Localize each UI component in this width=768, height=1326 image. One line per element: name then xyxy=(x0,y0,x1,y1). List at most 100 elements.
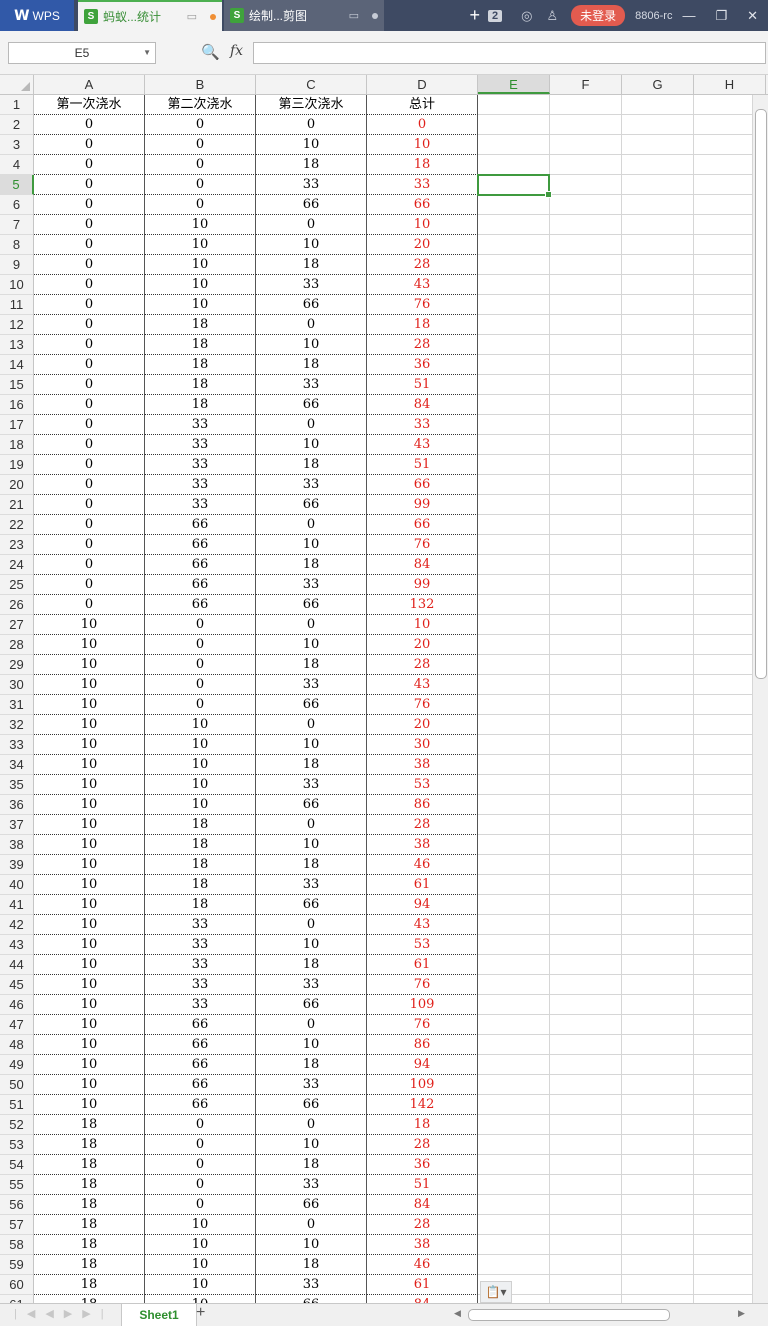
column-header-g[interactable]: G xyxy=(622,75,694,94)
total-cell[interactable]: 99 xyxy=(367,575,478,595)
empty-cell[interactable] xyxy=(622,1215,694,1235)
empty-cell[interactable] xyxy=(622,115,694,135)
row-header[interactable]: 5 xyxy=(0,175,34,195)
data-cell[interactable]: 0 xyxy=(34,575,145,595)
total-cell[interactable]: 28 xyxy=(367,1215,478,1235)
data-cell[interactable]: 18 xyxy=(256,655,367,675)
empty-cell[interactable] xyxy=(550,1015,622,1035)
empty-cell[interactable] xyxy=(622,375,694,395)
data-cell[interactable]: 66 xyxy=(145,575,256,595)
data-cell[interactable]: 0 xyxy=(34,115,145,135)
row-header[interactable]: 35 xyxy=(0,775,34,795)
active-cell-outline[interactable] xyxy=(477,174,552,198)
data-cell[interactable]: 0 xyxy=(256,1115,367,1135)
data-cell[interactable]: 0 xyxy=(145,655,256,675)
data-cell[interactable]: 18 xyxy=(34,1275,145,1295)
row-header[interactable]: 21 xyxy=(0,495,34,515)
data-cell[interactable]: 33 xyxy=(256,775,367,795)
data-cell[interactable]: 0 xyxy=(34,195,145,215)
data-cell[interactable]: 0 xyxy=(145,675,256,695)
data-cell[interactable]: 0 xyxy=(34,455,145,475)
data-cell[interactable]: 10 xyxy=(34,875,145,895)
data-cell[interactable]: 66 xyxy=(145,1055,256,1075)
data-cell[interactable]: 18 xyxy=(256,455,367,475)
data-cell[interactable]: 18 xyxy=(145,335,256,355)
empty-cell[interactable] xyxy=(622,795,694,815)
empty-cell[interactable] xyxy=(550,255,622,275)
empty-cell[interactable] xyxy=(622,215,694,235)
total-cell[interactable]: 30 xyxy=(367,735,478,755)
data-cell[interactable]: 66 xyxy=(145,595,256,615)
data-cell[interactable]: 10 xyxy=(145,715,256,735)
empty-cell[interactable] xyxy=(550,1075,622,1095)
row-header[interactable]: 52 xyxy=(0,1115,34,1135)
data-cell[interactable]: 18 xyxy=(256,755,367,775)
empty-cell[interactable] xyxy=(550,655,622,675)
data-cell[interactable]: 18 xyxy=(145,395,256,415)
data-cell[interactable]: 0 xyxy=(34,155,145,175)
empty-cell[interactable] xyxy=(478,515,550,535)
empty-cell[interactable] xyxy=(550,915,622,935)
data-cell[interactable]: 0 xyxy=(34,495,145,515)
row-header[interactable]: 42 xyxy=(0,915,34,935)
empty-cell[interactable] xyxy=(550,335,622,355)
empty-cell[interactable] xyxy=(478,1115,550,1135)
empty-cell[interactable] xyxy=(478,435,550,455)
data-cell[interactable]: 0 xyxy=(145,1135,256,1155)
row-header[interactable]: 1 xyxy=(0,95,34,115)
data-cell[interactable]: 10 xyxy=(34,995,145,1015)
row-header[interactable]: 29 xyxy=(0,655,34,675)
row-header[interactable]: 33 xyxy=(0,735,34,755)
empty-cell[interactable] xyxy=(622,515,694,535)
row-header[interactable]: 24 xyxy=(0,555,34,575)
empty-cell[interactable] xyxy=(550,435,622,455)
total-cell[interactable]: 33 xyxy=(367,175,478,195)
empty-cell[interactable] xyxy=(478,635,550,655)
data-cell[interactable]: 0 xyxy=(34,355,145,375)
empty-cell[interactable] xyxy=(478,1095,550,1115)
empty-cell[interactable] xyxy=(478,1135,550,1155)
empty-cell[interactable] xyxy=(550,895,622,915)
empty-cell[interactable] xyxy=(622,295,694,315)
empty-cell[interactable] xyxy=(550,95,622,115)
empty-cell[interactable] xyxy=(550,175,622,195)
data-cell[interactable]: 33 xyxy=(256,275,367,295)
empty-cell[interactable] xyxy=(550,755,622,775)
empty-cell[interactable] xyxy=(550,935,622,955)
total-cell[interactable]: 76 xyxy=(367,975,478,995)
empty-cell[interactable] xyxy=(550,1235,622,1255)
data-cell[interactable]: 0 xyxy=(34,515,145,535)
row-header[interactable]: 10 xyxy=(0,275,34,295)
empty-cell[interactable] xyxy=(622,595,694,615)
total-cell[interactable]: 38 xyxy=(367,835,478,855)
total-cell[interactable]: 51 xyxy=(367,455,478,475)
row-header[interactable]: 59 xyxy=(0,1255,34,1275)
data-cell[interactable]: 18 xyxy=(256,1155,367,1175)
total-cell[interactable]: 86 xyxy=(367,1035,478,1055)
data-cell[interactable]: 0 xyxy=(256,915,367,935)
total-cell[interactable]: 46 xyxy=(367,855,478,875)
empty-cell[interactable] xyxy=(550,415,622,435)
data-cell[interactable]: 66 xyxy=(256,895,367,915)
row-header[interactable]: 9 xyxy=(0,255,34,275)
total-cell[interactable]: 38 xyxy=(367,1235,478,1255)
data-cell[interactable]: 0 xyxy=(256,715,367,735)
row-header[interactable]: 28 xyxy=(0,635,34,655)
data-cell[interactable]: 18 xyxy=(34,1295,145,1303)
empty-cell[interactable] xyxy=(622,535,694,555)
total-cell[interactable]: 76 xyxy=(367,295,478,315)
empty-cell[interactable] xyxy=(478,875,550,895)
row-header[interactable]: 46 xyxy=(0,995,34,1015)
chevron-down-icon[interactable]: ▼ xyxy=(143,43,151,63)
column-header-b[interactable]: B xyxy=(145,75,256,94)
empty-cell[interactable] xyxy=(550,1115,622,1135)
empty-cell[interactable] xyxy=(478,935,550,955)
data-cell[interactable]: 33 xyxy=(256,575,367,595)
row-header[interactable]: 14 xyxy=(0,355,34,375)
data-cell[interactable]: 10 xyxy=(34,795,145,815)
empty-cell[interactable] xyxy=(550,635,622,655)
data-cell[interactable]: 33 xyxy=(145,455,256,475)
empty-cell[interactable] xyxy=(550,395,622,415)
tab-document-2[interactable]: S 绘制...剪图 ▭ xyxy=(224,0,384,31)
empty-cell[interactable] xyxy=(622,1155,694,1175)
